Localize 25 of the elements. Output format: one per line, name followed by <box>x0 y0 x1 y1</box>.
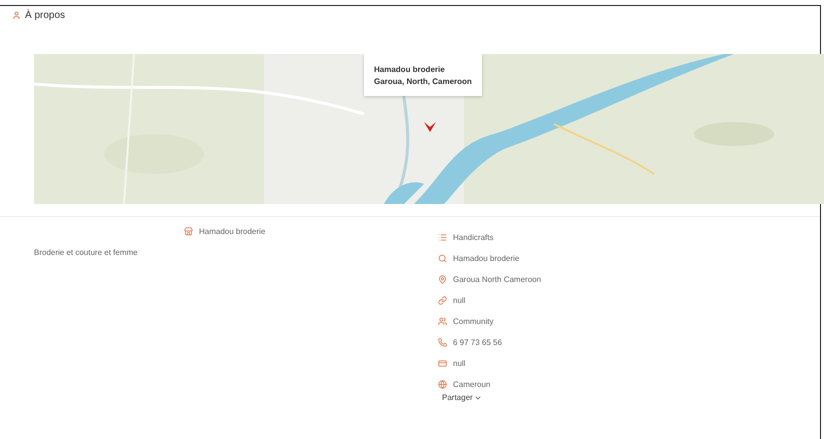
search-icon <box>438 254 447 263</box>
share-dropdown[interactable]: Partager <box>442 393 820 402</box>
detail-text: null <box>453 359 466 368</box>
popup-address: Garoua, North, Cameroon <box>374 76 472 88</box>
detail-text: Community <box>453 317 494 326</box>
detail-text: null <box>453 296 466 305</box>
detail-text: Cameroun <box>453 380 490 389</box>
link-icon <box>438 296 447 305</box>
detail-text: Hamadou broderie <box>453 254 520 263</box>
popup-name: Hamadou broderie <box>374 64 446 76</box>
section-title: À propos <box>25 10 66 20</box>
card-icon <box>438 359 447 368</box>
business-name: Hamadou broderie <box>199 227 266 236</box>
people-icon <box>438 317 447 326</box>
detail-text: 6 97 73 65 56 <box>453 338 502 347</box>
category-icon <box>438 233 447 242</box>
person-icon <box>12 10 21 20</box>
phone-icon <box>438 338 447 347</box>
store-icon <box>184 227 193 236</box>
map-pin-icon[interactable] <box>423 121 437 133</box>
globe-icon <box>438 380 447 389</box>
detail-text: Handicrafts <box>453 233 494 242</box>
business-description: Broderie et couture et femme <box>34 248 139 257</box>
location-icon <box>438 275 447 284</box>
detail-text: Garoua North Cameroon <box>453 275 542 284</box>
